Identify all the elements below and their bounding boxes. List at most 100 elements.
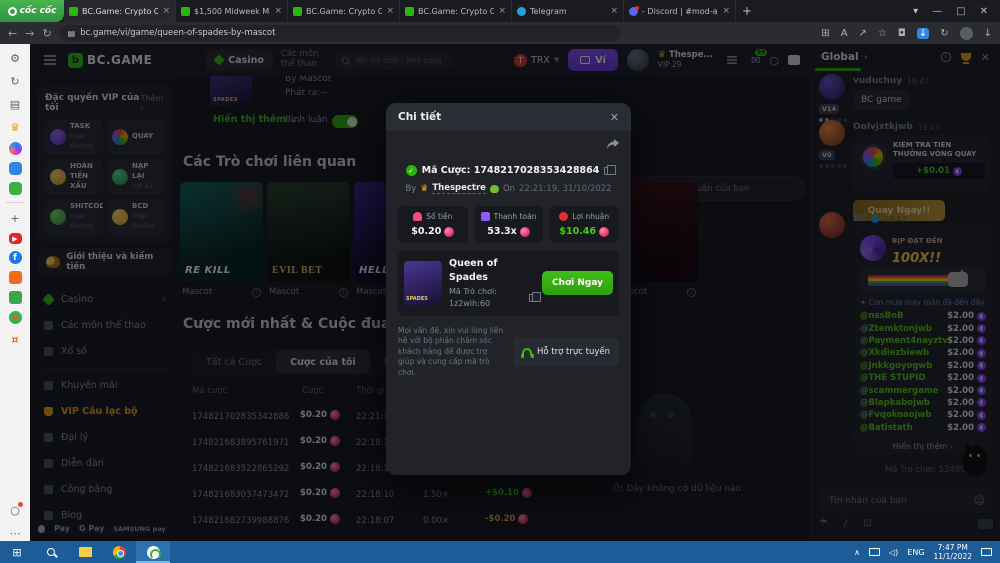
game-thumbnail[interactable]: SPADES (404, 261, 442, 305)
taskbar-search-icon[interactable] (34, 541, 68, 563)
coccoc-menu-button[interactable]: cốc cốc (0, 0, 64, 22)
share-icon[interactable]: ↗ (859, 28, 867, 39)
reading-list-icon[interactable]: ▤ (7, 96, 23, 112)
browser-tab[interactable]: BC.Game: Crypto Casino Gan × (64, 0, 176, 22)
bet-stats-row: Số tiền $0.20 Thanh toán 53.3x Lợi nhuận… (398, 206, 619, 243)
gear-icon[interactable]: ⚙ (7, 50, 23, 66)
player-name-link[interactable]: Thespectre (432, 183, 486, 194)
browser-tab[interactable]: Telegram × (512, 0, 624, 22)
crown-icon: ♛ (420, 184, 428, 194)
chat-app-icon[interactable] (9, 162, 22, 175)
browser-brand-label: cốc cốc (20, 6, 57, 16)
stat-icon (413, 212, 422, 221)
sidebar-divider (6, 202, 24, 203)
stat-icon (559, 212, 568, 221)
history-icon[interactable]: ↻ (7, 73, 23, 89)
tab-close-icon[interactable]: × (274, 6, 282, 16)
tab-search-icon[interactable]: ▾ (913, 6, 918, 17)
taskbar-time: 7:47 PM (938, 543, 968, 552)
thumbnail-caption: SPADES (406, 296, 428, 302)
site-info-icon[interactable]: ▤ (68, 29, 76, 38)
bet-timestamp: 22:21:19, 31/10/2022 (519, 184, 612, 194)
taskbar-clock[interactable]: 7:47 PM 11/1/2022 (934, 543, 972, 561)
browser-tab[interactable]: BC.Game: Crypto Casino Gan × (400, 0, 512, 22)
bcgame-page: SPADES By Mascot Phát ra:-- Hiển thị thê… (30, 44, 1000, 541)
modal-header: Chi tiết ✕ (386, 103, 631, 131)
file-explorer-icon[interactable] (68, 541, 102, 563)
tab-close-icon[interactable]: × (162, 6, 170, 16)
bell-icon[interactable]: ○ (7, 502, 23, 518)
reload-button[interactable]: ↻ (42, 27, 51, 40)
new-tab-button[interactable]: + (736, 0, 758, 22)
tab-close-icon[interactable]: × (722, 6, 730, 16)
tab-favicon (69, 7, 78, 16)
windows-taskbar: ⊞ ∧ ◁) ENG 7:47 PM 11/1/2022 (0, 541, 1000, 563)
theme-icon[interactable] (9, 311, 22, 324)
facebook-icon[interactable]: f (9, 251, 22, 264)
browser-titlebar: cốc cốc BC.Game: Crypto Casino Gan × $1,… (0, 0, 1000, 22)
share-icon[interactable] (607, 139, 619, 150)
token-coin-icon (599, 227, 609, 237)
tab-favicon (405, 7, 414, 16)
support-row: Mọi vấn đề, xin vui lòng liên hệ với bộ … (398, 326, 619, 379)
taskbar-date: 11/1/2022 (934, 552, 972, 561)
profile-avatar[interactable] (960, 27, 973, 40)
maximize-button[interactable]: □ (956, 6, 965, 17)
minimize-button[interactable]: — (932, 6, 942, 17)
tab-favicon (181, 7, 190, 16)
crown-icon[interactable]: ♛ (7, 119, 23, 135)
live-support-button[interactable]: Hỗ trợ trực tuyến (513, 337, 619, 367)
copy-icon[interactable] (604, 167, 611, 175)
gift-icon[interactable] (9, 291, 22, 304)
browser-tab[interactable]: BC.Game: Crypto Casino Gan × (288, 0, 400, 22)
stat-box: Thanh toán 53.3x (474, 206, 544, 243)
messenger-icon[interactable] (9, 142, 22, 155)
bookmark-star-icon[interactable]: ☆ (878, 28, 887, 39)
frog-badge-icon (490, 185, 499, 193)
games-icon[interactable] (9, 182, 22, 195)
stat-value: 53.3x (487, 226, 517, 237)
more-icon[interactable]: ⋯ (7, 525, 23, 541)
add-shortcut-icon[interactable]: + (7, 210, 23, 226)
tab-close-icon[interactable]: × (386, 6, 394, 16)
youtube-icon[interactable]: ▶ (9, 233, 22, 244)
stat-icon (481, 212, 490, 221)
start-button[interactable]: ⊞ (0, 541, 34, 563)
display-icon[interactable] (869, 548, 880, 556)
save-page-icon[interactable]: ⊞ (821, 28, 829, 39)
forward-button[interactable]: → (25, 27, 34, 40)
tab-title: - Discord | #mod-announc (642, 7, 718, 16)
chrome-icon[interactable] (102, 541, 136, 563)
modal-close-icon[interactable]: ✕ (610, 111, 619, 124)
support-help-text: Mọi vấn đề, xin vui lòng liên hệ với bộ … (398, 326, 505, 379)
language-indicator[interactable]: ENG (907, 548, 924, 557)
action-center-icon[interactable] (981, 548, 992, 556)
tab-close-icon[interactable]: × (610, 6, 618, 16)
stat-value: $10.46 (559, 226, 596, 237)
play-now-button[interactable]: Chơi Ngay (542, 271, 613, 295)
stat-box: Số tiền $0.20 (398, 206, 468, 243)
back-button[interactable]: ← (8, 27, 17, 40)
browser-tab[interactable]: $1,500 Midweek Mascot Mul × (176, 0, 288, 22)
stat-box: Lợi nhuận $10.46 (549, 206, 619, 243)
hidden-icons-chevron[interactable]: ∧ (854, 548, 860, 557)
sync-icon[interactable]: ↻ (940, 28, 948, 39)
download-manager-icon[interactable]: ↓ (917, 28, 929, 39)
coccoc-taskbar-icon[interactable] (136, 541, 170, 563)
tab-close-icon[interactable]: × (498, 6, 506, 16)
tab-title: $1,500 Midweek Mascot Mul (194, 7, 270, 16)
shopping-icon[interactable] (9, 271, 22, 284)
verified-icon: ✓ (406, 165, 417, 176)
bet-author-row: By ♛ Thespectre On 22:21:19, 31/10/2022 (398, 183, 619, 194)
adblock-icon[interactable]: ◘ (898, 28, 906, 39)
translate-icon[interactable]: A (841, 28, 848, 39)
copy-icon[interactable] (529, 294, 535, 302)
url-bar[interactable]: ▤ bc.game/vi/game/queen-of-spades-by-mas… (60, 25, 620, 41)
close-button[interactable]: ✕ (980, 6, 988, 17)
cart-icon[interactable]: ¤ (7, 331, 23, 347)
tab-favicon (629, 7, 638, 16)
tab-strip: BC.Game: Crypto Casino Gan × $1,500 Midw… (64, 0, 736, 22)
browser-tab[interactable]: - Discord | #mod-announc × (624, 0, 736, 22)
downloads-icon[interactable]: ↓ (984, 28, 992, 39)
volume-icon[interactable]: ◁) (889, 548, 898, 557)
